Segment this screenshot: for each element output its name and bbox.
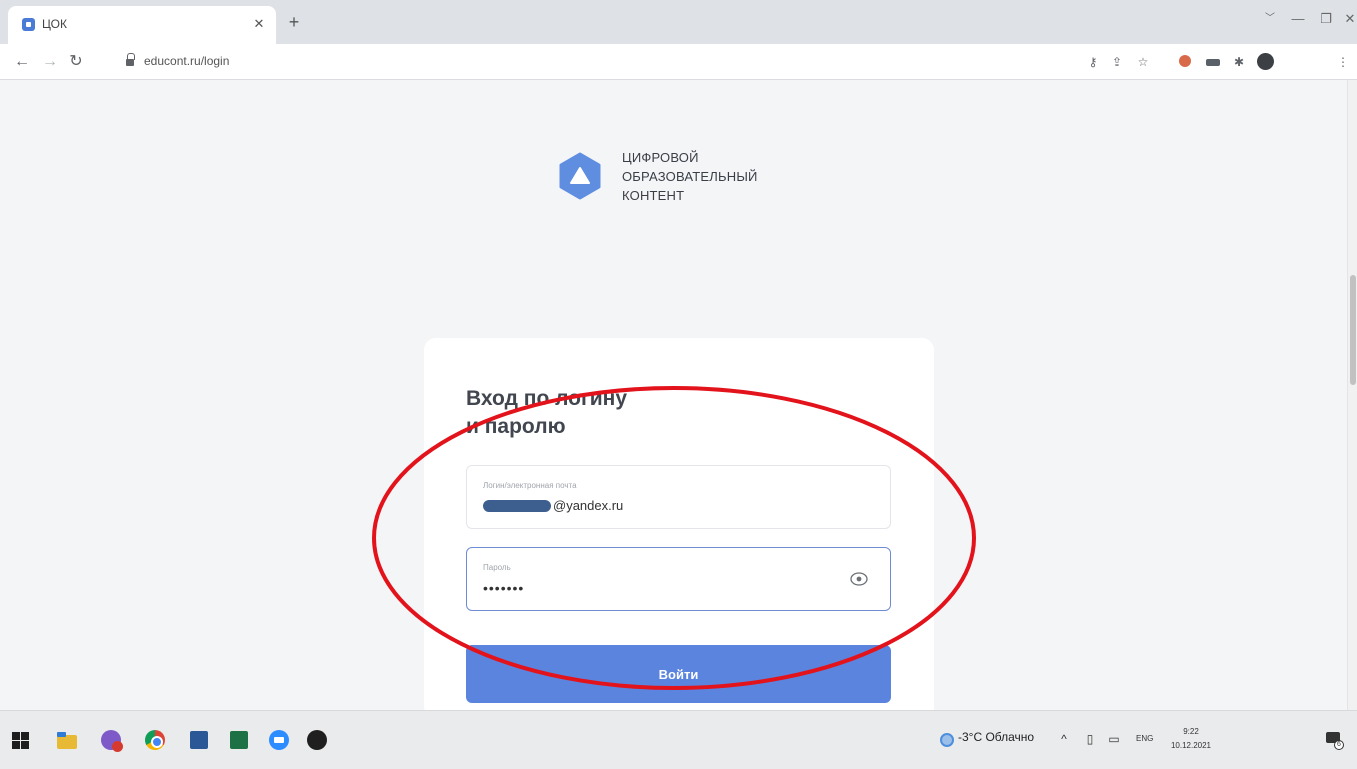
clock-date: 10.12.2021 [1170,741,1212,750]
extension-icon[interactable] [1176,53,1194,71]
tray-network-icon[interactable]: ▭ [1106,729,1122,749]
weather-text[interactable]: -3°C Облачно [958,730,1034,744]
word-icon[interactable] [186,727,212,753]
page-scrollbar[interactable] [1347,80,1357,710]
app-icon[interactable] [304,727,330,753]
clock-time: 9:22 [1183,727,1199,736]
page-content: ЦИФРОВОЙ ОБРАЗОВАТЕЛЬНЫЙ КОНТЕНТ Вход по… [0,80,1347,718]
password-dots: ••••••• [483,580,525,596]
password-field[interactable]: Пароль ••••••• [466,547,891,611]
login-field[interactable]: Логин/электронная почта @yandex.ru [466,465,891,529]
login-title: Вход по логину и паролю [466,385,766,441]
viber-icon[interactable] [98,727,124,753]
extension-2-icon[interactable] [1204,53,1222,71]
login-submit-button[interactable]: Войти [466,645,891,703]
puzzle-icon[interactable]: ✱ [1230,53,1248,71]
reload-icon[interactable]: ↻ [66,52,86,72]
eye-icon[interactable] [849,569,869,589]
logo-hexagon-icon [559,152,601,200]
close-icon[interactable]: ✕ [251,16,267,32]
chrome-icon[interactable] [142,727,168,753]
login-field-value[interactable]: @yandex.ru [483,498,623,513]
browser-tab[interactable]: ЦОК ✕ [8,6,276,44]
browser-tab-strip: ЦОК ✕ + ﹀ — ❐ ✕ [0,0,1357,44]
minimize-icon[interactable]: — [1284,8,1312,30]
star-icon[interactable]: ☆ [1134,53,1152,71]
logo-line-3: КОНТЕНТ [622,188,685,203]
logo-text: ЦИФРОВОЙ ОБРАЗОВАТЕЛЬНЫЙ КОНТЕНТ [622,148,758,205]
notification-badge: 6 [1334,740,1344,750]
taskbar: -3°C Облачно ^ ▯ ▭ ENG 9:22 10.12.2021 6 [0,710,1357,769]
password-field-label: Пароль [483,563,511,572]
tray-device-icon[interactable]: ▯ [1082,729,1098,749]
cloud-icon[interactable] [940,733,954,747]
site-logo[interactable]: ЦИФРОВОЙ ОБРАЗОВАТЕЛЬНЫЙ КОНТЕНТ [558,148,818,210]
zoom-icon[interactable] [266,727,292,753]
url-text[interactable]: educont.ru/login [144,54,229,68]
address-bar[interactable]: educont.ru/login [118,50,1062,74]
language-indicator[interactable]: ENG [1136,734,1153,743]
notification-icon[interactable]: 6 [1324,729,1344,750]
menu-icon[interactable]: ⋮ [1334,53,1352,71]
window-close-icon[interactable]: ✕ [1336,8,1357,30]
login-field-label: Логин/электронная почта [483,481,577,490]
plus-icon[interactable]: + [284,12,304,32]
scrollbar-thumb[interactable] [1350,275,1356,385]
share-icon[interactable]: ⇪ [1108,53,1126,71]
tab-search-icon[interactable]: ﹀ [1256,8,1284,30]
back-icon[interactable]: ← [12,52,32,72]
key-icon[interactable]: ⚷ [1084,53,1102,71]
logo-line-1: ЦИФРОВОЙ [622,150,699,165]
windows-start-icon[interactable] [8,727,34,753]
redaction-bar [483,499,551,512]
logo-line-2: ОБРАЗОВАТЕЛЬНЫЙ [622,169,758,184]
browser-toolbar: ← → ↻ educont.ru/login ⚷ ⇪ ☆ ✱ ⋮ [0,44,1357,80]
excel-icon[interactable] [226,727,252,753]
profile-avatar-icon[interactable] [1256,53,1274,71]
file-explorer-icon[interactable] [54,727,80,753]
lock-icon[interactable] [126,53,135,66]
login-title-line-2: и паролю [466,415,566,438]
tab-title: ЦОК [42,17,67,31]
login-card: Вход по логину и паролю Логин/электронна… [424,338,934,718]
password-field-value[interactable]: ••••••• [483,580,524,596]
login-email-domain: @yandex.ru [553,498,624,513]
system-clock[interactable]: 9:22 10.12.2021 [1166,725,1216,753]
favicon-icon [22,18,35,31]
forward-icon[interactable]: → [40,52,60,72]
tray-chevron-icon[interactable]: ^ [1056,729,1072,749]
login-title-line-1: Вход по логину [466,387,628,410]
